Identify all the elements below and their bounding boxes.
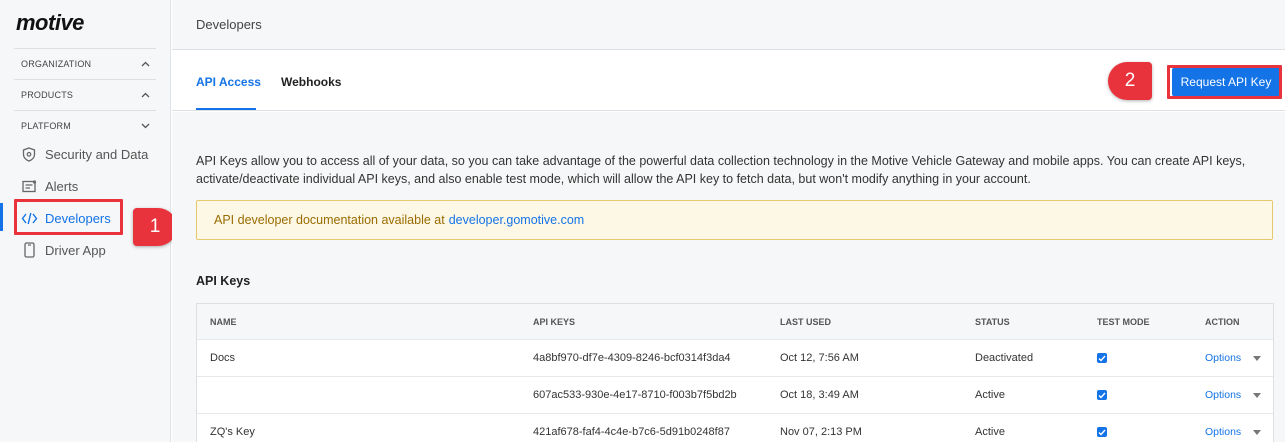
section-products[interactable]: PRODUCTS [14,79,156,109]
column-header: LAST USED [780,316,832,327]
options-link[interactable]: Options [1205,352,1241,364]
section-label: PRODUCTS [21,89,74,100]
column-header: STATUS [975,316,1010,327]
column-header: TEST MODE [1097,316,1150,327]
tab-underline [196,108,256,110]
options-link[interactable]: Options [1205,426,1241,438]
section-label: PLATFORM [21,120,71,131]
api-keys-heading: API Keys [196,274,251,288]
status-text: Deactivated [975,352,1034,364]
table-row: ZQ's Key 421af678-faf4-4c4e-b7c6-5d91b02… [197,414,1273,442]
sidebar-item-label: Security and Data [45,146,149,162]
key-name: ZQ's Key [210,426,255,438]
phone-icon [20,241,38,259]
chevron-up-icon [140,59,150,69]
tab-api-access[interactable]: API Access [196,75,261,89]
page-title: Developers [196,17,262,32]
sidebar-item-label: Driver App [45,242,106,258]
column-header: ACTION [1205,316,1240,327]
last-used: Oct 18, 3:49 AM [780,389,859,401]
options-link[interactable]: Options [1205,389,1241,401]
sidebar-item-label: Alerts [45,178,79,194]
checkmark-icon [1097,390,1107,400]
chevron-up-icon [140,90,150,100]
test-mode-checkbox[interactable] [1097,377,1107,413]
section-label: ORGANIZATION [21,58,92,69]
sidebar-item-security[interactable]: Security and Data [14,141,164,167]
api-description: API Keys allow you to access all of your… [196,154,1246,186]
last-used: Nov 07, 2:13 PM [780,426,862,438]
docs-notice: API developer documentation available at… [196,200,1273,240]
action-cell: Options [1205,377,1262,413]
table-header: NAME API KEYS LAST USED STATUS TEST MODE… [197,304,1273,340]
sidebar-item-alerts[interactable]: Alerts [14,173,164,199]
table-row: Docs 4a8bf970-df7e-4309-8246-bcf0314f3da… [197,340,1273,377]
tab-webhooks[interactable]: Webhooks [281,75,341,89]
status-text: Active [975,426,1005,438]
caret-down-icon[interactable] [1253,355,1262,361]
section-platform[interactable]: PLATFORM [14,110,156,140]
caret-down-icon[interactable] [1253,392,1262,398]
action-cell: Options [1205,414,1262,442]
last-used: Oct 12, 7:56 AM [780,352,859,364]
callout-badge: 1 [133,208,177,246]
docs-link[interactable]: developer.gomotive.com [449,213,585,227]
chevron-down-icon [140,121,150,131]
test-mode-checkbox[interactable] [1097,414,1107,442]
alert-list-icon [20,177,38,195]
api-key-value: 4a8bf970-df7e-4309-8246-bcf0314f3da4 [533,352,731,364]
column-header: NAME [210,316,237,327]
main-content: API Keys allow you to access all of your… [172,112,1285,442]
checkmark-icon [1097,353,1107,363]
notice-text: API developer documentation available at [214,213,445,227]
shield-icon [20,145,38,163]
callout-badge: 2 [1108,62,1152,100]
checkmark-icon [1097,427,1107,437]
section-organization[interactable]: ORGANIZATION [14,48,156,78]
api-keys-table: NAME API KEYS LAST USED STATUS TEST MODE… [196,303,1274,442]
api-key-value: 607ac533-930e-4e17-8710-f003b7f5bd2b [533,389,737,401]
caret-down-icon[interactable] [1253,429,1262,435]
table-row: 607ac533-930e-4e17-8710-f003b7f5bd2b Oct… [197,377,1273,414]
test-mode-checkbox[interactable] [1097,340,1107,376]
callout-number: 1 [149,216,161,237]
status-text: Active [975,389,1005,401]
developers-highlight [14,199,123,235]
key-name: Docs [210,352,236,364]
top-bar: Developers [172,0,1285,50]
action-cell: Options [1205,340,1262,376]
callout-number: 2 [1124,70,1136,91]
request-button-highlight [1167,65,1282,99]
api-key-value: 421af678-faf4-4c4e-b7c6-5d91b0248f87 [533,426,730,438]
motive-logo[interactable]: motive [16,10,84,36]
column-header: API KEYS [533,316,576,327]
active-indicator [0,203,3,231]
